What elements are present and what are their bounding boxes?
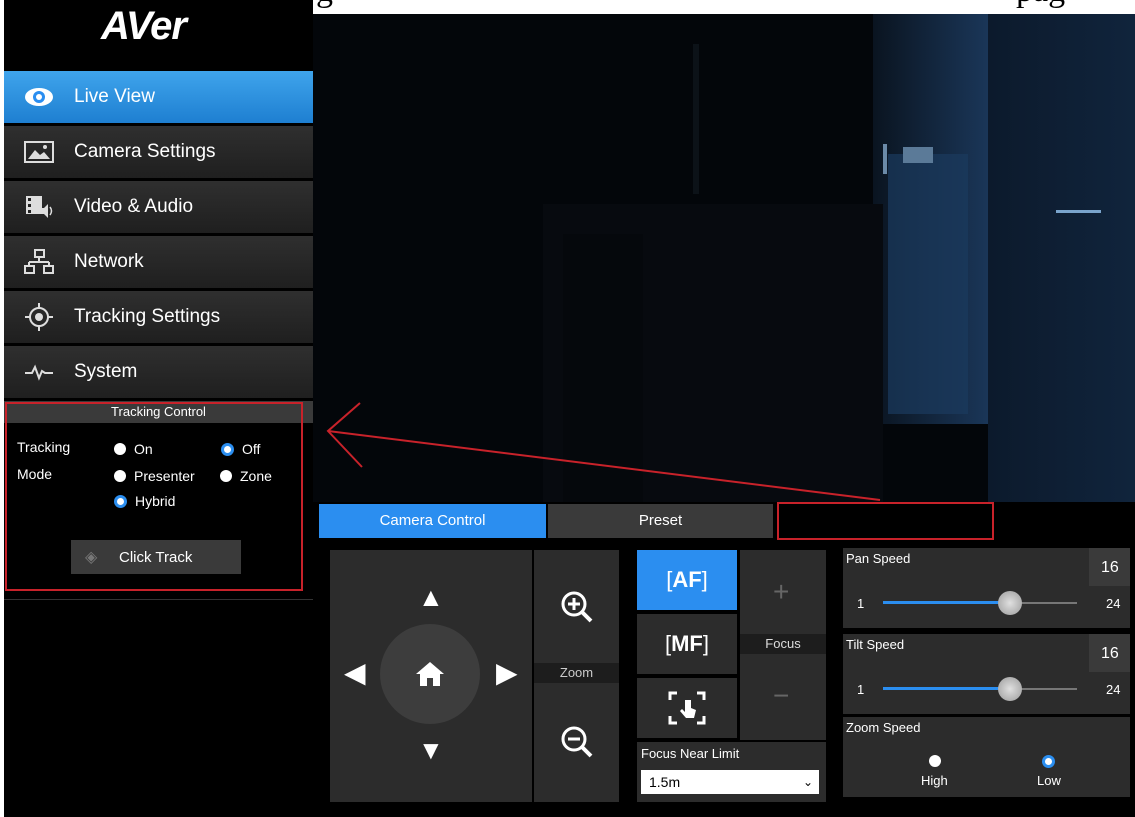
zoom-panel: Zoom bbox=[534, 550, 619, 802]
focus-adjust-panel: + Focus − bbox=[740, 550, 826, 740]
home-icon bbox=[416, 662, 444, 686]
zoom-speed-low-label: Low bbox=[1037, 773, 1061, 788]
af-bracket-right: ] bbox=[701, 567, 708, 592]
zoom-speed-label: Zoom Speed bbox=[846, 720, 921, 735]
mf-button[interactable]: [MF] bbox=[637, 614, 737, 674]
sidebar-nav: Live View Camera Settings Video & Audio … bbox=[4, 71, 313, 401]
camera-control-area: Camera Control Preset ▲ ▼ ◀ ▶ Zoom [AF] … bbox=[313, 502, 1135, 817]
zoom-in-icon bbox=[561, 591, 593, 623]
film-audio-icon bbox=[20, 192, 58, 222]
pan-up-button[interactable]: ▲ bbox=[418, 584, 444, 610]
focus-near-limit-panel: Focus Near Limit 1.5m ⌄ bbox=[637, 742, 826, 802]
pulse-icon bbox=[20, 357, 58, 387]
pan-speed-slider-handle[interactable] bbox=[997, 591, 1022, 615]
tilt-speed-panel: Tilt Speed 16 1 24 bbox=[843, 634, 1130, 714]
sidebar-item-label: System bbox=[74, 361, 138, 382]
zoom-speed-high-radio[interactable] bbox=[929, 755, 941, 767]
sidebar-item-network[interactable]: Network bbox=[4, 236, 313, 288]
sidebar-item-camera-settings[interactable]: Camera Settings bbox=[4, 126, 313, 178]
sidebar-item-label: Tracking Settings bbox=[74, 306, 221, 327]
zoom-speed-panel: Zoom Speed High Low bbox=[843, 717, 1130, 797]
pan-speed-panel: Pan Speed 16 1 24 bbox=[843, 548, 1130, 628]
pan-speed-value: 16 bbox=[1101, 559, 1119, 576]
tilt-speed-slider-handle[interactable] bbox=[997, 677, 1022, 701]
sidebar-item-video-audio[interactable]: Video & Audio bbox=[4, 181, 313, 233]
annotation-arrow bbox=[326, 402, 881, 501]
tilt-speed-label: Tilt Speed bbox=[846, 637, 905, 652]
tilt-speed-fill bbox=[883, 687, 1010, 690]
zoom-speed-options: High Low bbox=[843, 741, 1130, 797]
zoom-speed-low-radio[interactable] bbox=[1042, 755, 1055, 768]
sidebar-item-label: Camera Settings bbox=[74, 141, 216, 162]
pan-speed-min: 1 bbox=[857, 596, 865, 611]
ptz-pad: ▲ ▼ ◀ ▶ bbox=[330, 550, 532, 802]
focus-near-limit-value: 1.5m bbox=[649, 774, 681, 790]
pan-speed-value-box: 16 bbox=[1089, 548, 1130, 586]
pan-down-button[interactable]: ▼ bbox=[418, 737, 444, 763]
pan-right-button[interactable]: ▶ bbox=[496, 659, 518, 687]
annotation-box-tracking-control bbox=[5, 402, 303, 591]
zoom-out-button[interactable] bbox=[560, 725, 594, 764]
touch-focus-icon bbox=[668, 691, 706, 725]
focus-minus-button[interactable]: − bbox=[773, 680, 789, 712]
mf-label: MF bbox=[671, 631, 703, 656]
image-icon bbox=[20, 137, 58, 167]
sidebar-item-label: Video & Audio bbox=[74, 196, 194, 217]
pan-speed-max: 24 bbox=[1106, 596, 1121, 611]
zoom-out-icon bbox=[561, 726, 593, 758]
tilt-speed-value-box: 16 bbox=[1089, 634, 1130, 672]
focus-plus-button[interactable]: + bbox=[773, 576, 789, 608]
tilt-speed-min: 1 bbox=[857, 682, 865, 697]
aver-logo: AVer bbox=[101, 4, 187, 48]
chevron-down-icon: ⌄ bbox=[802, 775, 813, 789]
focus-near-limit-label: Focus Near Limit bbox=[641, 746, 740, 761]
pan-speed-label: Pan Speed bbox=[846, 551, 911, 566]
focus-label: Focus bbox=[740, 634, 826, 654]
pan-left-button[interactable]: ◀ bbox=[344, 659, 366, 687]
zoom-label: Zoom bbox=[534, 663, 619, 683]
af-button[interactable]: [AF] bbox=[637, 550, 737, 610]
sidebar-item-tracking-settings[interactable]: Tracking Settings bbox=[4, 291, 313, 343]
sidebar-item-system[interactable]: System bbox=[4, 346, 313, 398]
sidebar-item-label: Live View bbox=[74, 86, 155, 107]
focus-near-limit-select[interactable]: 1.5m ⌄ bbox=[641, 770, 819, 794]
mf-bracket-right: ] bbox=[702, 631, 709, 656]
pan-speed-fill bbox=[883, 601, 1010, 604]
tilt-speed-max: 24 bbox=[1106, 682, 1121, 697]
sidebar-divider bbox=[4, 599, 313, 600]
zoom-in-button[interactable] bbox=[560, 590, 594, 629]
target-icon bbox=[20, 302, 58, 332]
eye-icon bbox=[20, 82, 58, 112]
af-label: AF bbox=[672, 567, 702, 592]
sidebar-item-label: Network bbox=[74, 251, 144, 272]
network-icon bbox=[20, 247, 58, 277]
tilt-speed-value: 16 bbox=[1101, 645, 1119, 662]
page-header-fragment: g pag bbox=[316, 0, 1135, 14]
sidebar-item-live-view[interactable]: Live View bbox=[4, 71, 313, 123]
touch-focus-button[interactable] bbox=[637, 678, 737, 738]
home-button[interactable] bbox=[380, 624, 480, 724]
zoom-speed-high-label: High bbox=[921, 773, 948, 788]
